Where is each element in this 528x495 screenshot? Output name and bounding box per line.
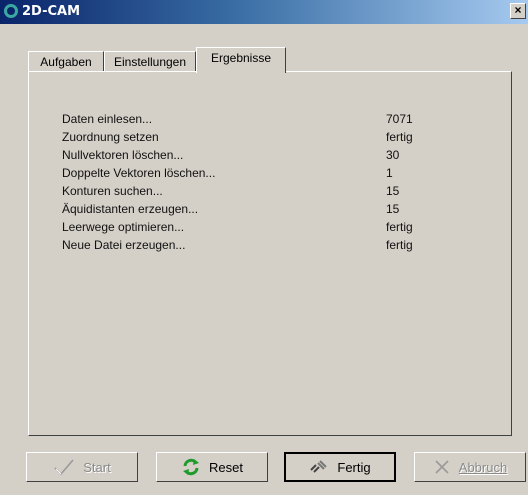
result-label: Neue Datei erzeugen... xyxy=(62,238,186,252)
result-value: 15 xyxy=(386,184,400,198)
tool-icon xyxy=(309,458,329,476)
abbruch-button[interactable]: Abbruch xyxy=(414,452,526,482)
start-button[interactable]: Start xyxy=(26,452,138,482)
result-value: fertig xyxy=(386,130,413,144)
tab-aufgaben[interactable]: Aufgaben xyxy=(28,51,104,71)
start-label: Start xyxy=(83,459,111,475)
reset-button[interactable]: Reset xyxy=(156,452,268,482)
result-label: Leerwege optimieren... xyxy=(62,220,185,234)
result-label: Doppelte Vektoren löschen... xyxy=(62,166,216,180)
result-value: 7071 xyxy=(386,112,413,126)
abbruch-label: Abbruch xyxy=(458,459,508,475)
refresh-icon xyxy=(181,457,201,477)
result-value: fertig xyxy=(386,238,413,252)
app-window: 2D-CAM × Aufgaben Einstellungen Ergebnis… xyxy=(0,0,528,495)
result-value: fertig xyxy=(386,220,413,234)
check-icon xyxy=(53,458,75,476)
result-label: Äquidistanten erzeugen... xyxy=(62,202,199,216)
title-bar[interactable]: 2D-CAM × xyxy=(0,0,528,24)
fertig-label: Fertig xyxy=(337,459,371,475)
cross-icon xyxy=(433,458,451,476)
result-value: 1 xyxy=(386,166,393,180)
window-title: 2D-CAM xyxy=(22,4,81,19)
result-label: Konturen suchen... xyxy=(62,184,163,198)
reset-label: Reset xyxy=(209,459,243,475)
result-label: Nullvektoren löschen... xyxy=(62,148,184,162)
result-label: Zuordnung setzen xyxy=(62,130,159,144)
result-label: Daten einlesen... xyxy=(62,112,153,126)
close-button[interactable]: × xyxy=(510,3,526,19)
app-icon xyxy=(4,4,18,18)
result-value: 15 xyxy=(386,202,400,216)
result-value: 30 xyxy=(386,148,400,162)
tab-einstellungen[interactable]: Einstellungen xyxy=(104,51,196,71)
fertig-button[interactable]: Fertig xyxy=(284,452,396,482)
tab-ergebnisse[interactable]: Ergebnisse xyxy=(196,47,286,73)
